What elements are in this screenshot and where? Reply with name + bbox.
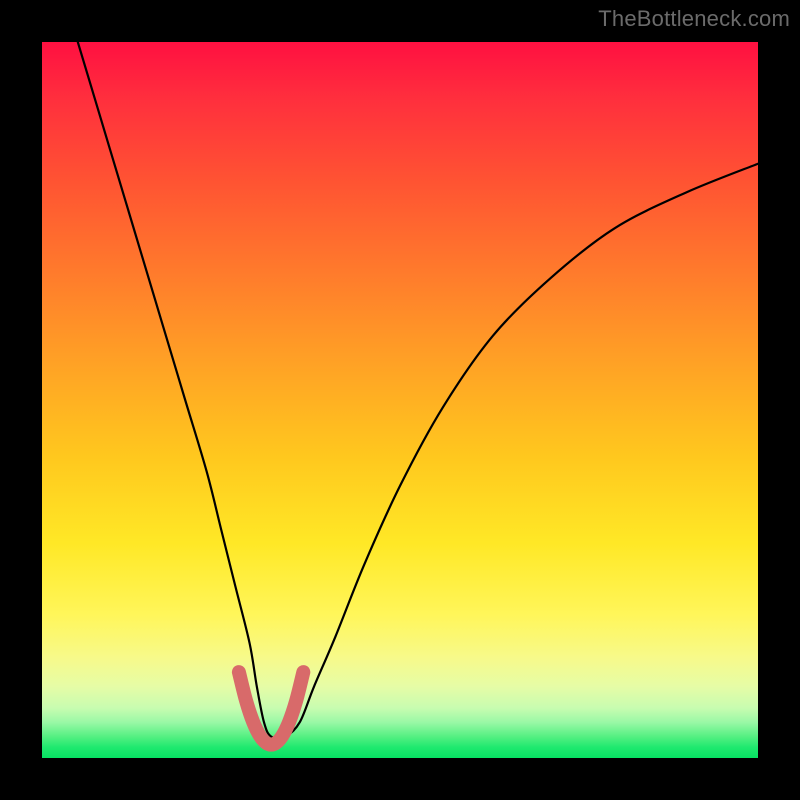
watermark-text: TheBottleneck.com: [598, 6, 790, 32]
plot-area: [42, 42, 758, 758]
chart-svg: [42, 42, 758, 758]
bottleneck-curve-black: [78, 42, 758, 738]
chart-frame: TheBottleneck.com: [0, 0, 800, 800]
bottleneck-valley-highlight: [239, 672, 303, 744]
